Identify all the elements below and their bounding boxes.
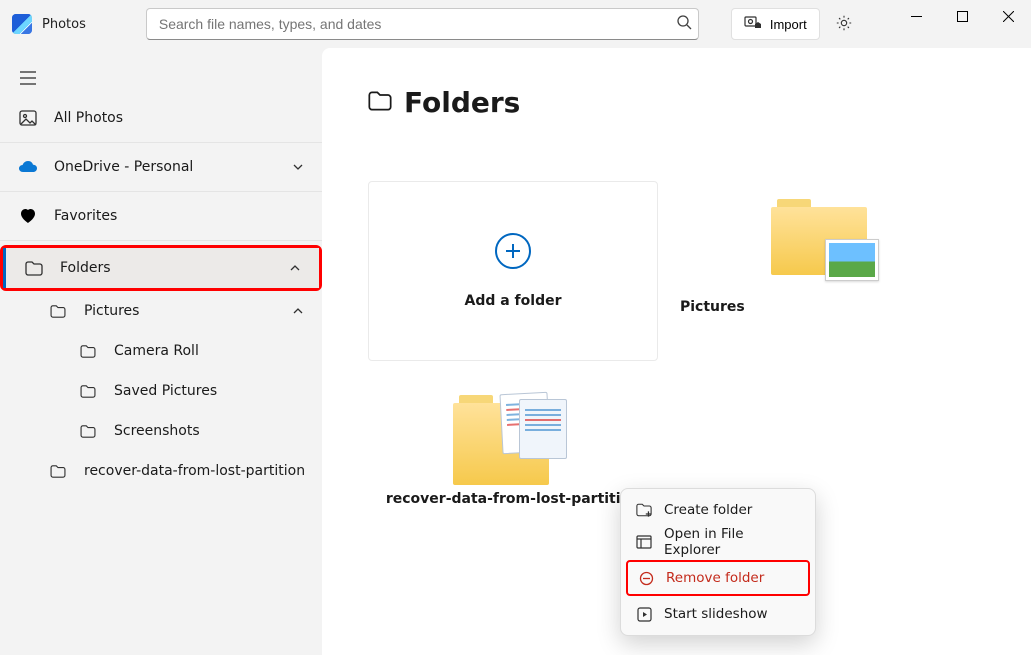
folder-icon [78,385,98,398]
app-title: Photos [42,17,86,32]
sidebar-item-label: OneDrive - Personal [54,159,193,175]
sidebar-item-label: recover-data-from-lost-partition [84,463,305,479]
sidebar-item-label: Saved Pictures [114,383,217,399]
sidebar-item-pictures[interactable]: Pictures [0,291,322,331]
sidebar: All Photos OneDrive - Personal Favorites [0,48,322,655]
sidebar-item-label: Camera Roll [114,343,199,359]
app-logo-icon [12,14,32,34]
folder-icon [78,345,98,358]
chevron-up-icon [290,303,306,319]
folder-plus-icon [636,502,652,518]
sidebar-item-favorites[interactable]: Favorites [0,196,322,236]
folder-card-pictures[interactable]: Pictures [674,181,964,361]
sidebar-item-label: All Photos [54,110,123,126]
sidebar-item-all-photos[interactable]: All Photos [0,98,322,138]
remove-circle-icon [638,570,654,586]
folder-icon [48,465,68,478]
maximize-button[interactable] [939,0,985,32]
minimize-button[interactable] [893,0,939,32]
annotation-highlight: Folders [0,245,322,291]
folder-docs-icon [453,389,573,485]
ctx-label: Start slideshow [664,606,768,622]
hamburger-icon [18,71,38,85]
add-folder-card[interactable]: Add a folder [368,181,658,361]
folder-icon [78,425,98,438]
ctx-label: Open in File Explorer [664,526,800,558]
sidebar-item-label: Folders [60,260,111,276]
sidebar-item-label: Screenshots [114,423,200,439]
sidebar-item-recover-folder[interactable]: recover-data-from-lost-partition [0,451,322,491]
chevron-up-icon [287,260,303,276]
page-title: Folders [404,86,520,119]
import-button[interactable]: Import [731,8,820,40]
separator [0,142,322,143]
separator [0,191,322,192]
sidebar-item-camera-roll[interactable]: Camera Roll [0,331,322,371]
search-input[interactable] [159,16,676,32]
ctx-open-explorer[interactable]: Open in File Explorer [626,526,810,558]
sidebar-item-onedrive[interactable]: OneDrive - Personal [0,147,322,187]
separator [0,240,322,241]
sidebar-item-label: Favorites [54,208,117,224]
folder-icon [368,91,392,115]
import-icon [744,14,762,35]
sidebar-item-saved-pictures[interactable]: Saved Pictures [0,371,322,411]
window-controls [893,0,1031,48]
hamburger-button[interactable] [0,58,322,98]
close-button[interactable] [985,0,1031,32]
annotation-highlight: Remove folder [626,560,810,596]
settings-button[interactable] [826,8,862,40]
play-circle-icon [636,606,652,622]
page-header: Folders [368,86,985,119]
search-icon[interactable] [676,14,692,34]
ctx-label: Create folder [664,502,752,518]
card-label: recover-data-from-lost-partition [386,491,640,507]
photo-icon [18,110,38,126]
folder-card-recover[interactable]: recover-data-from-lost-partition [368,383,658,563]
sidebar-item-screenshots[interactable]: Screenshots [0,411,322,451]
import-label: Import [770,17,807,32]
plus-circle-icon [495,233,531,269]
heart-icon [18,208,38,224]
sidebar-item-folders[interactable]: Folders [3,248,319,288]
card-label: Add a folder [464,293,561,309]
ctx-start-slideshow[interactable]: Start slideshow [626,598,810,630]
sidebar-item-label: Pictures [84,303,139,319]
ctx-create-folder[interactable]: Create folder [626,494,810,526]
onedrive-icon [18,160,38,174]
ctx-label: Remove folder [666,570,764,586]
folder-icon [48,305,68,318]
titlebar: Photos Import [0,0,1031,48]
explorer-icon [636,534,652,550]
folder-thumb-icon [771,199,867,275]
card-label: Pictures [680,299,745,315]
gear-icon [835,14,853,35]
folder-icon [24,261,44,276]
search-box[interactable] [146,8,699,40]
ctx-remove-folder[interactable]: Remove folder [628,562,808,594]
context-menu: Create folder Open in File Explorer Remo… [620,488,816,636]
chevron-down-icon [290,159,306,175]
